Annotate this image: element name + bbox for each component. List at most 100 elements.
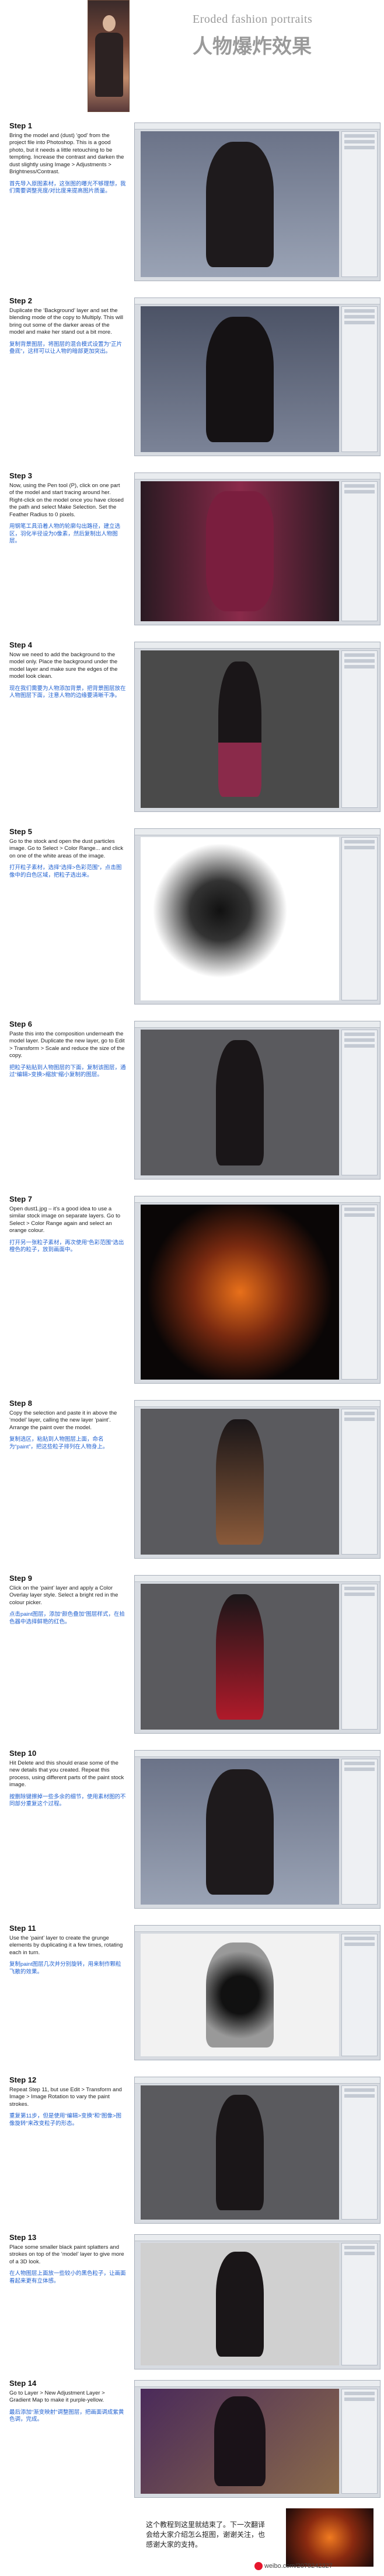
watermark-text: weibo.com/2079242327 (264, 2562, 333, 2570)
step-en: Duplicate the ‘Background’ layer and set… (9, 307, 124, 336)
step-cn: 打开另一张粒子素材，再次使用“色彩范围”选出橙色的粒子，放到画面中。 (9, 1239, 124, 1254)
step-en: Bring the model and (dust) ‘god’ from th… (9, 132, 124, 176)
menubar (135, 123, 380, 130)
canvas (141, 650, 339, 808)
step-title: Step 9 (9, 1574, 33, 1583)
step-en: Place some smaller black paint splatters… (9, 2244, 124, 2265)
step-title: Step 7 (9, 1195, 33, 1203)
step-screenshot (134, 2234, 380, 2370)
step-screenshot (134, 1400, 380, 1559)
step-title: Step 12 (9, 2076, 37, 2084)
menubar (135, 1196, 380, 1203)
weibo-icon (254, 2562, 263, 2570)
step-title: Step 2 (9, 296, 33, 305)
step-en: Go to Layer > New Adjustment Layer > Gra… (9, 2389, 105, 2404)
step-en: Copy the selection and paste it in above… (9, 1409, 117, 1431)
canvas (141, 131, 339, 277)
canvas (141, 306, 339, 452)
layers-panel (341, 1584, 378, 1730)
canvas (141, 1584, 339, 1730)
menubar (135, 298, 380, 304)
page: Eroded fashion portraits 人物爆炸效果 Step 1 B… (0, 0, 384, 2576)
step-cn: 首先导入原图素材，这张图的曝光不够理想，我们需要调整亮度/对比度来提高图片质量。 (9, 180, 126, 195)
layers-panel (341, 837, 378, 1000)
layers-panel (341, 131, 378, 277)
model-figure (216, 1594, 264, 1720)
step-cn: 用钢笔工具沿着人物的轮廓勾出路径，建立选区，羽化半径设为0像素，然后复制出人物图… (9, 523, 121, 544)
step-text: Step 12 Repeat Step 11, but use Edit > T… (9, 2076, 126, 2127)
step-text: Step 13 Place some smaller black paint s… (9, 2234, 126, 2285)
menubar (135, 2235, 380, 2241)
step-en: Now, using the Pen tool (P), click on on… (9, 482, 124, 518)
splatter (206, 1942, 274, 2048)
title-cn: 人物爆炸效果 (193, 36, 312, 58)
step-text: Step 10 Hit Delete and this should erase… (9, 1749, 126, 1808)
canvas (141, 837, 339, 1000)
layers-panel (341, 481, 378, 621)
layers-panel (341, 2389, 378, 2494)
layers-panel (341, 1030, 378, 1175)
menubar (135, 2077, 380, 2084)
step-title: Step 6 (9, 1020, 33, 1028)
step-screenshot (134, 123, 380, 281)
layers-panel (341, 2085, 378, 2220)
menubar (135, 2381, 380, 2387)
canvas (141, 1030, 339, 1175)
step-cn: 复制paint图层几次并分别旋转，用来制作颗粒飞散的效果。 (9, 1961, 121, 1975)
step-screenshot (134, 1575, 380, 1734)
menubar (135, 1576, 380, 1582)
step-cn: 把粒子粘贴到人物图层的下面，复制该图层，通过“编辑>变换>缩放”缩小复制的图层。 (9, 1064, 126, 1079)
step-text: Step 6 Paste this into the composition u… (9, 1020, 126, 1079)
layers-panel (341, 1759, 378, 1905)
step-screenshot (134, 298, 380, 456)
hero-face (103, 15, 116, 32)
step-text: Step 8 Copy the selection and paste it i… (9, 1399, 126, 1451)
step-screenshot (134, 1021, 380, 1180)
hero-body (95, 33, 123, 97)
canvas (141, 1205, 339, 1380)
menubar (135, 829, 380, 835)
model-figure (206, 316, 274, 442)
step-title: Step 14 (9, 2379, 37, 2388)
step-cn: 复制选区，粘贴到人物图层上面，命名为“paint”，把这些粒子排列在人物身上。 (9, 1436, 109, 1450)
step-cn: 打开粒子素材，选择“选择>色彩范围”，点击图像中的白色区域，把粒子选出来。 (9, 864, 122, 878)
step-title: Step 11 (9, 1924, 36, 1933)
step-en: Paste this into the composition undernea… (9, 1030, 125, 1059)
canvas (141, 1409, 339, 1555)
model-figure (218, 661, 262, 797)
step-title: Step 4 (9, 640, 33, 649)
step-en: Use the ‘paint’ layer to create the grun… (9, 1934, 123, 1956)
step-cn: 最后添加“渐变映射”调整图层，把画面调成紫黄色调，完成。 (9, 2409, 124, 2423)
step-title: Step 5 (9, 827, 33, 836)
menubar (135, 1401, 380, 1407)
menubar (135, 642, 380, 649)
step-screenshot (134, 2077, 380, 2224)
hero-image (88, 0, 130, 112)
model-figure (214, 2396, 266, 2487)
leg-figure (206, 491, 274, 612)
layers-panel (341, 306, 378, 452)
step-text: Step 7 Open dust1.jpg – it’s a good idea… (9, 1195, 126, 1254)
layers-panel (341, 1205, 378, 1380)
step-text: Step 4 Now we need to add the background… (9, 640, 126, 700)
footer-image (286, 2508, 373, 2567)
step-en: Go to the stock and open the dust partic… (9, 838, 124, 859)
step-cn: 现在我们需要为人物添加背景，把背景图层放在人物图层下面，注意人物的边缘要清晰干净… (9, 685, 126, 699)
step-title: Step 3 (9, 471, 33, 480)
step-en: Open dust1.jpg – it’s a good idea to use… (9, 1205, 121, 1234)
layers-panel (341, 650, 378, 808)
step-en: Repeat Step 11, but use Edit > Transform… (9, 2086, 122, 2108)
step-text: Step 5 Go to the stock and open the dust… (9, 828, 126, 879)
step-title: Step 13 (9, 2233, 37, 2242)
model-figure (216, 2095, 264, 2210)
footer-text: 这个教程到这里就结束了。下一次翻译会给大家介绍怎么抠图，谢谢关注，也感谢大家的支… (146, 2521, 266, 2549)
step-screenshot (134, 1925, 380, 2060)
model-figure (216, 1040, 264, 1166)
step-text: Step 3 Now, using the Pen tool (P), clic… (9, 471, 126, 545)
step-screenshot (134, 2380, 380, 2498)
canvas (141, 2085, 339, 2220)
step-screenshot (134, 473, 380, 625)
watermark: weibo.com/2079242327 (254, 2562, 333, 2570)
step-cn: 按删除键擦掉一些多余的细节，使用素材图的不同部分重复这个过程。 (9, 1793, 126, 1808)
step-title: Step 1 (9, 121, 33, 130)
